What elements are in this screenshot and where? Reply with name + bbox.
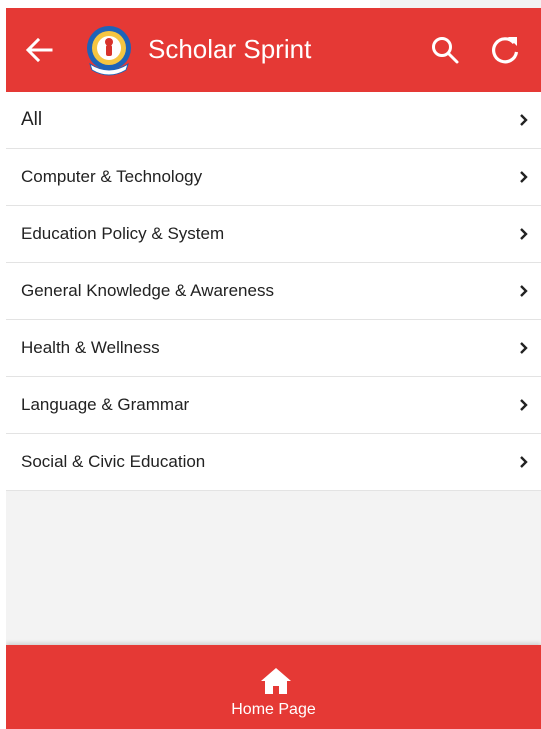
chevron-right-icon	[520, 114, 528, 126]
category-label: Language & Grammar	[21, 395, 190, 414]
chevron-right-icon	[520, 399, 528, 411]
category-item-general-knowledge[interactable]: General Knowledge & Awareness	[6, 263, 541, 320]
chevron-right-icon	[520, 456, 528, 468]
chevron-right-icon	[520, 285, 528, 297]
app-frame: Scholar Sprint All Computer & Technology…	[6, 8, 541, 729]
category-label: Social & Civic Education	[21, 452, 206, 471]
category-item-language-grammar[interactable]: Language & Grammar	[6, 377, 541, 434]
category-label: Education Policy & System	[21, 224, 225, 243]
home-icon	[261, 668, 291, 694]
category-list: All Computer & Technology Education Poli…	[6, 92, 541, 491]
chevron-right-icon	[520, 171, 528, 183]
category-item-education-policy[interactable]: Education Policy & System	[6, 206, 541, 263]
chevron-right-icon	[520, 228, 528, 240]
app-bar: Scholar Sprint	[6, 8, 541, 92]
search-icon[interactable]	[430, 35, 460, 65]
category-label: Computer & Technology	[21, 167, 203, 186]
category-item-health-wellness[interactable]: Health & Wellness	[6, 320, 541, 377]
chevron-right-icon	[520, 342, 528, 354]
category-label: General Knowledge & Awareness	[21, 281, 274, 300]
home-page-label: Home Page	[231, 701, 316, 718]
app-logo-icon	[87, 26, 131, 76]
category-label: All	[21, 109, 43, 130]
category-item-all[interactable]: All	[6, 92, 541, 149]
top-strip	[380, 0, 541, 8]
bottom-nav-home[interactable]: Home Page	[6, 645, 541, 729]
category-item-computer-technology[interactable]: Computer & Technology	[6, 149, 541, 206]
category-item-social-civic[interactable]: Social & Civic Education	[6, 434, 541, 491]
refresh-icon[interactable]	[488, 33, 522, 67]
app-title: Scholar Sprint	[148, 34, 312, 64]
arrow-left-icon[interactable]	[24, 35, 54, 65]
category-label: Health & Wellness	[21, 338, 160, 357]
